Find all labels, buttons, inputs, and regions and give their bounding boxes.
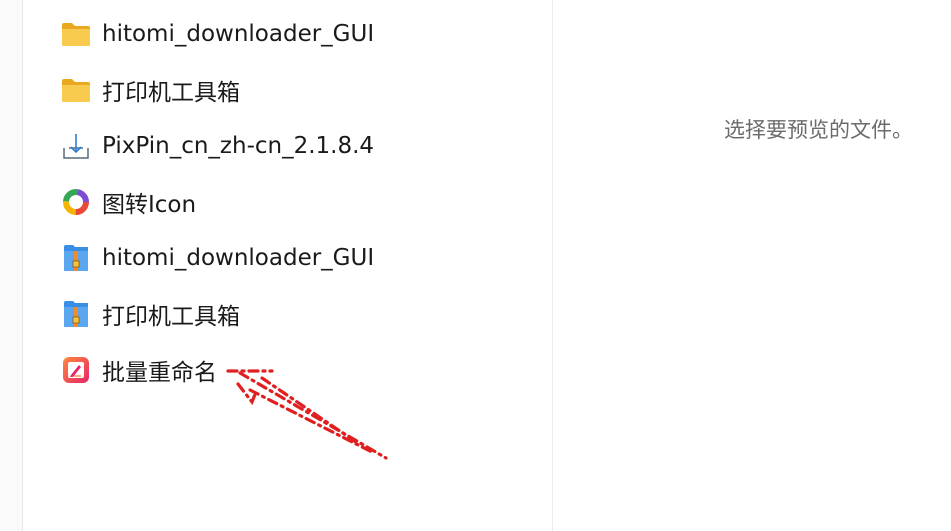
list-item[interactable]: 打印机工具箱: [60, 70, 240, 110]
preview-pane: 选择要预览的文件。: [553, 0, 951, 531]
preview-hint-text: 选择要预览的文件。: [724, 118, 913, 142]
list-item[interactable]: hitomi_downloader_GUI: [60, 238, 374, 278]
colorful-ring-app-icon: [60, 186, 92, 218]
file-name: hitomi_downloader_GUI: [102, 245, 375, 271]
folder-icon: [60, 18, 92, 50]
batch-rename-app-icon: [60, 354, 92, 386]
file-explorer-window: hitomi_downloader_GUI 打印机工具箱 PixPin_cn_z…: [0, 0, 951, 531]
zip-archive-icon: [60, 298, 92, 330]
file-name: 批量重命名: [102, 360, 217, 386]
file-name: PixPin_cn_zh-cn_2.1.8.4: [102, 133, 375, 159]
file-name: 打印机工具箱: [102, 80, 240, 106]
navigation-pane-edge: [0, 0, 23, 531]
file-name: hitomi_downloader_GUI: [102, 21, 375, 47]
list-item[interactable]: 批量重命名: [60, 350, 217, 390]
folder-icon: [60, 74, 92, 106]
list-item[interactable]: 图转Icon: [60, 182, 196, 222]
installer-download-icon: [60, 130, 92, 162]
list-item[interactable]: 打印机工具箱: [60, 294, 240, 334]
file-name: 图转Icon: [102, 192, 197, 218]
list-item[interactable]: PixPin_cn_zh-cn_2.1.8.4: [60, 126, 374, 166]
list-item[interactable]: hitomi_downloader_GUI: [60, 14, 374, 54]
zip-archive-icon: [60, 242, 92, 274]
file-list: hitomi_downloader_GUI 打印机工具箱 PixPin_cn_z…: [22, 0, 553, 531]
file-name: 打印机工具箱: [102, 304, 240, 330]
